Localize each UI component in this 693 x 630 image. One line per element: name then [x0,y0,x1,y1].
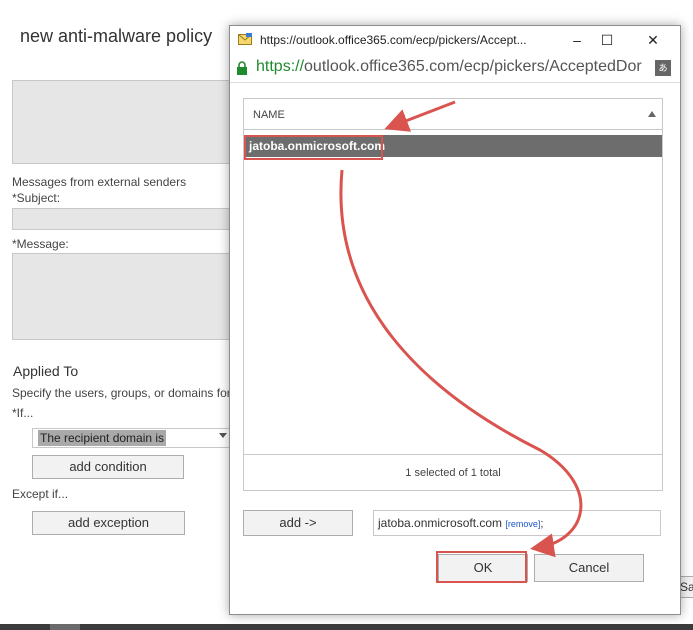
arrow-to-ok [339,169,583,558]
annotation-arrows [339,100,583,558]
arrow-to-domain [384,100,456,132]
